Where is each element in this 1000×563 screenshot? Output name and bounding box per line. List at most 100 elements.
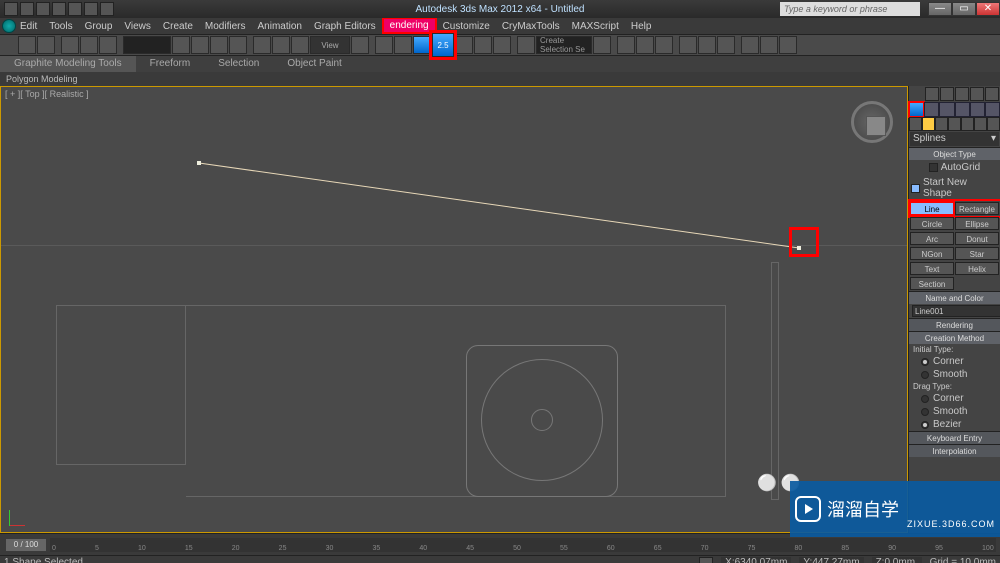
geometry-cat-icon[interactable] (909, 117, 922, 131)
tab-selection[interactable]: Selection (204, 56, 273, 72)
rendered-frame-button[interactable] (760, 36, 778, 54)
rectangle-button[interactable]: Rectangle (955, 202, 999, 215)
app-menu-icon[interactable] (4, 2, 18, 16)
render-icon[interactable] (985, 87, 999, 101)
viewport-config-icon[interactable] (940, 87, 954, 101)
render-setup-button[interactable] (741, 36, 759, 54)
menu-animation[interactable]: Animation (251, 20, 307, 33)
timeline-track[interactable]: 0510 152025 303540 455055 606570 758085 … (50, 538, 996, 552)
bind-button[interactable] (99, 36, 117, 54)
create-tab[interactable] (909, 102, 924, 117)
section-button[interactable]: Section (910, 277, 954, 290)
rotate-button[interactable] (272, 36, 290, 54)
angle-snap-button[interactable] (455, 36, 473, 54)
schematic-view-button[interactable] (698, 36, 716, 54)
drag-smooth-radio[interactable]: Smooth (909, 405, 1000, 418)
mirror-button[interactable] (593, 36, 611, 54)
align-button[interactable] (617, 36, 635, 54)
app-icon[interactable] (2, 19, 16, 33)
ribbon-toggle-button[interactable] (655, 36, 673, 54)
drag-bezier-radio[interactable]: Bezier (909, 418, 1000, 431)
viewport-top[interactable]: [ + ][ Top ][ Realistic ] ⚪⚪ (0, 86, 908, 533)
lock-ui-icon[interactable] (925, 87, 939, 101)
helpers-cat-icon[interactable] (961, 117, 974, 131)
keyboard-shortcut-button[interactable] (394, 36, 412, 54)
cam-icon[interactable] (955, 87, 969, 101)
menu-group[interactable]: Group (79, 20, 119, 33)
menu-help[interactable]: Help (625, 20, 658, 33)
selection-filter[interactable] (123, 36, 171, 54)
render-button[interactable] (779, 36, 797, 54)
motion-tab[interactable] (955, 102, 970, 117)
drag-corner-radio[interactable]: Corner (909, 392, 1000, 405)
rollout-keyboard-entry[interactable]: Keyboard Entry (909, 431, 1000, 444)
modify-tab[interactable] (924, 102, 939, 117)
material-editor-button[interactable] (717, 36, 735, 54)
manipulate-button[interactable] (375, 36, 393, 54)
qat-more-icon[interactable] (100, 2, 114, 16)
open-icon[interactable] (36, 2, 50, 16)
select-button[interactable] (172, 36, 190, 54)
spline-vertex-a[interactable] (197, 161, 201, 165)
lock-selection-icon[interactable] (699, 557, 713, 563)
shapes-cat-icon[interactable] (922, 117, 935, 131)
circle-button[interactable]: Circle (910, 217, 954, 230)
tab-freeform[interactable]: Freeform (136, 56, 205, 72)
maximize-button[interactable]: ▭ (952, 2, 976, 16)
coord-y[interactable]: Y:447.27mm (799, 557, 863, 563)
close-button[interactable]: ✕ (976, 2, 1000, 16)
select-name-button[interactable] (191, 36, 209, 54)
redo-button[interactable] (37, 36, 55, 54)
initial-smooth-radio[interactable]: Smooth (909, 368, 1000, 381)
start-new-shape-checkbox[interactable]: Start New Shape (909, 175, 1000, 201)
arc-button[interactable]: Arc (910, 232, 954, 245)
unlink-button[interactable] (80, 36, 98, 54)
ribbon-submode[interactable]: Polygon Modeling (0, 72, 1000, 86)
rollout-interpolation[interactable]: Interpolation (909, 444, 1000, 457)
spinner-snap-button[interactable] (493, 36, 511, 54)
select-region-button[interactable] (210, 36, 228, 54)
light-icon[interactable] (970, 87, 984, 101)
named-sel-edit-button[interactable] (517, 36, 535, 54)
viewport-label[interactable]: [ + ][ Top ][ Realistic ] (5, 89, 89, 99)
text-button[interactable]: Text (910, 262, 954, 275)
undo-button[interactable] (18, 36, 36, 54)
ngon-button[interactable]: NGon (910, 247, 954, 260)
shapes-subtype-combo[interactable]: Splines▾ (910, 132, 999, 146)
donut-button[interactable]: Donut (955, 232, 999, 245)
link-button[interactable] (61, 36, 79, 54)
coord-x[interactable]: X:6340.07mm (721, 557, 791, 563)
helix-button[interactable]: Helix (955, 262, 999, 275)
named-selection-combo[interactable]: Create Selection Se (536, 36, 592, 54)
save-icon[interactable] (52, 2, 66, 16)
systems-cat-icon[interactable] (987, 117, 1000, 131)
view-cube[interactable] (851, 101, 893, 143)
move-button[interactable] (253, 36, 271, 54)
hierarchy-tab[interactable] (939, 102, 954, 117)
menu-graph-editors[interactable]: Graph Editors (308, 20, 382, 33)
autogrid-checkbox[interactable]: AutoGrid (909, 160, 1000, 175)
rollout-name-color[interactable]: Name and Color (909, 291, 1000, 304)
snap-toggle-button[interactable] (413, 36, 431, 54)
layers-button[interactable] (636, 36, 654, 54)
new-icon[interactable] (20, 2, 34, 16)
menu-crymaxtools[interactable]: CryMaxTools (496, 20, 566, 33)
coord-z[interactable]: Z:0.0mm (872, 557, 922, 563)
rollout-object-type[interactable]: Object Type (909, 147, 1000, 160)
spacewarps-cat-icon[interactable] (974, 117, 987, 131)
menu-edit[interactable]: Edit (14, 20, 43, 33)
curve-editor-button[interactable] (679, 36, 697, 54)
line-button[interactable]: Line (910, 202, 954, 215)
menu-customize[interactable]: Customize (437, 20, 496, 33)
rollout-rendering[interactable]: Rendering (909, 318, 1000, 331)
use-center-button[interactable] (351, 36, 369, 54)
rollout-creation-method[interactable]: Creation Method (909, 331, 1000, 344)
help-search-input[interactable]: Type a keyword or phrase (780, 2, 920, 16)
ref-coord-combo[interactable]: View (310, 36, 350, 54)
tab-object-paint[interactable]: Object Paint (273, 56, 355, 72)
frame-indicator[interactable]: 0 / 100 (6, 539, 46, 551)
window-crossing-button[interactable] (229, 36, 247, 54)
ellipse-button[interactable]: Ellipse (955, 217, 999, 230)
menu-modifiers[interactable]: Modifiers (199, 20, 252, 33)
initial-corner-radio[interactable]: Corner (909, 355, 1000, 368)
